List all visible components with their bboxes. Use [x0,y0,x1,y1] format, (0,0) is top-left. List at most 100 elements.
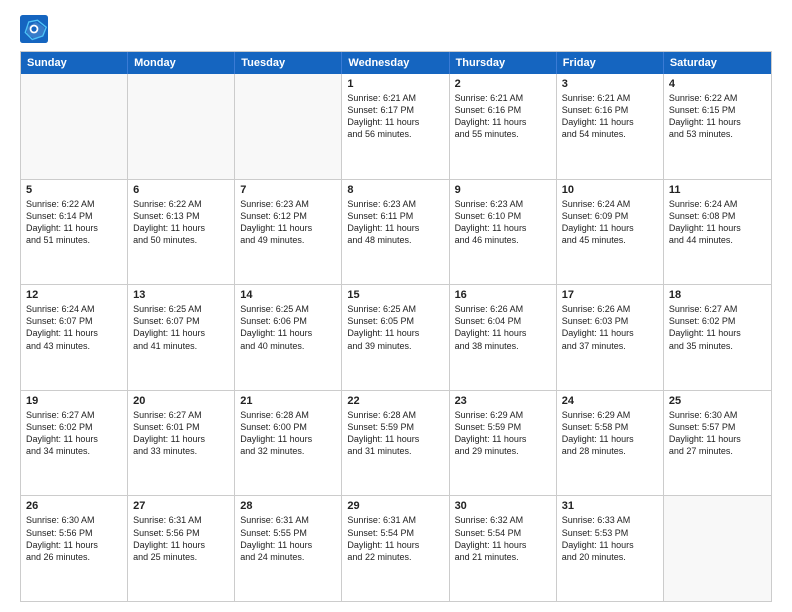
cell-date: 22 [347,395,443,407]
cell-info: Sunrise: 6:24 AM Sunset: 6:08 PM Dayligh… [669,198,766,247]
calendar-cell-empty [235,74,342,179]
calendar-cell-29: 29 Sunrise: 6:31 AM Sunset: 5:54 PM Dayli… [342,496,449,601]
cell-date: 11 [669,184,766,196]
cell-info: Sunrise: 6:25 AM Sunset: 6:06 PM Dayligh… [240,303,336,352]
calendar-cell-1: 1 Sunrise: 6:21 AM Sunset: 6:17 PM Daylig… [342,74,449,179]
calendar-cell-19: 19 Sunrise: 6:27 AM Sunset: 6:02 PM Dayli… [21,391,128,496]
cell-date: 6 [133,184,229,196]
page: SundayMondayTuesdayWednesdayThursdayFrid… [0,0,792,612]
calendar-cell-24: 24Sunrise: 6:29 AM Sunset: 5:58 PM Dayli… [557,391,664,496]
cell-info: Sunrise: 6:25 AM Sunset: 6:05 PM Dayligh… [347,303,443,352]
cell-info: Sunrise: 6:33 AM Sunset: 5:53 PM Dayligh… [562,514,658,563]
calendar-cell-4: 4 Sunrise: 6:22 AM Sunset: 6:15 PM Daylig… [664,74,771,179]
cell-info: Sunrise: 6:29 AM Sunset: 5:58 PM Dayligh… [562,409,658,458]
cell-info: Sunrise: 6:23 AM Sunset: 6:10 PM Dayligh… [455,198,551,247]
calendar-cell-10: 10 Sunrise: 6:24 AM Sunset: 6:09 PM Dayli… [557,180,664,285]
calendar-row-2: 12 Sunrise: 6:24 AM Sunset: 6:07 PM Dayli… [21,284,771,390]
cell-info: Sunrise: 6:23 AM Sunset: 6:12 PM Dayligh… [240,198,336,247]
calendar-cell-13: 13Sunrise: 6:25 AM Sunset: 6:07 PM Dayli… [128,285,235,390]
cell-date: 4 [669,78,766,90]
logo [20,15,52,43]
calendar-row-3: 19 Sunrise: 6:27 AM Sunset: 6:02 PM Dayli… [21,390,771,496]
cell-info: Sunrise: 6:24 AM Sunset: 6:07 PM Dayligh… [26,303,122,352]
cell-info: Sunrise: 6:24 AM Sunset: 6:09 PM Dayligh… [562,198,658,247]
cell-date: 12 [26,289,122,301]
calendar-cell-empty [128,74,235,179]
cell-date: 23 [455,395,551,407]
calendar-row-0: 1 Sunrise: 6:21 AM Sunset: 6:17 PM Daylig… [21,74,771,179]
calendar-body: 1 Sunrise: 6:21 AM Sunset: 6:17 PM Daylig… [21,74,771,601]
cell-info: Sunrise: 6:21 AM Sunset: 6:17 PM Dayligh… [347,92,443,141]
cell-date: 5 [26,184,122,196]
calendar-cell-11: 11 Sunrise: 6:24 AM Sunset: 6:08 PM Dayli… [664,180,771,285]
cell-date: 31 [562,500,658,512]
cell-info: Sunrise: 6:22 AM Sunset: 6:15 PM Dayligh… [669,92,766,141]
cell-info: Sunrise: 6:23 AM Sunset: 6:11 PM Dayligh… [347,198,443,247]
calendar-cell-30: 30 Sunrise: 6:32 AM Sunset: 5:54 PM Dayli… [450,496,557,601]
cell-date: 29 [347,500,443,512]
day-header-thursday: Thursday [450,52,557,74]
cell-info: Sunrise: 6:32 AM Sunset: 5:54 PM Dayligh… [455,514,551,563]
cell-info: Sunrise: 6:28 AM Sunset: 6:00 PM Dayligh… [240,409,336,458]
cell-date: 9 [455,184,551,196]
cell-date: 10 [562,184,658,196]
calendar-cell-26: 26Sunrise: 6:30 AM Sunset: 5:56 PM Dayli… [21,496,128,601]
calendar-cell-31: 31 Sunrise: 6:33 AM Sunset: 5:53 PM Dayli… [557,496,664,601]
calendar-cell-23: 23 Sunrise: 6:29 AM Sunset: 5:59 PM Dayli… [450,391,557,496]
calendar-cell-6: 6 Sunrise: 6:22 AM Sunset: 6:13 PM Daylig… [128,180,235,285]
cell-info: Sunrise: 6:22 AM Sunset: 6:13 PM Dayligh… [133,198,229,247]
cell-info: Sunrise: 6:31 AM Sunset: 5:55 PM Dayligh… [240,514,336,563]
calendar-cell-7: 7 Sunrise: 6:23 AM Sunset: 6:12 PM Daylig… [235,180,342,285]
cell-date: 8 [347,184,443,196]
day-header-wednesday: Wednesday [342,52,449,74]
cell-info: Sunrise: 6:30 AM Sunset: 5:56 PM Dayligh… [26,514,122,563]
logo-icon [20,15,48,43]
cell-info: Sunrise: 6:27 AM Sunset: 6:02 PM Dayligh… [26,409,122,458]
cell-date: 7 [240,184,336,196]
calendar-cell-14: 14 Sunrise: 6:25 AM Sunset: 6:06 PM Dayli… [235,285,342,390]
cell-date: 2 [455,78,551,90]
calendar-cell-27: 27 Sunrise: 6:31 AM Sunset: 5:56 PM Dayli… [128,496,235,601]
calendar-cell-28: 28Sunrise: 6:31 AM Sunset: 5:55 PM Dayli… [235,496,342,601]
cell-date: 27 [133,500,229,512]
calendar-cell-8: 8 Sunrise: 6:23 AM Sunset: 6:11 PM Daylig… [342,180,449,285]
cell-date: 3 [562,78,658,90]
cell-date: 17 [562,289,658,301]
calendar-cell-18: 18 Sunrise: 6:27 AM Sunset: 6:02 PM Dayli… [664,285,771,390]
cell-date: 21 [240,395,336,407]
cell-info: Sunrise: 6:31 AM Sunset: 5:54 PM Dayligh… [347,514,443,563]
cell-date: 15 [347,289,443,301]
calendar-row-4: 26Sunrise: 6:30 AM Sunset: 5:56 PM Dayli… [21,495,771,601]
day-header-monday: Monday [128,52,235,74]
cell-date: 1 [347,78,443,90]
cell-date: 14 [240,289,336,301]
cell-info: Sunrise: 6:22 AM Sunset: 6:14 PM Dayligh… [26,198,122,247]
calendar-cell-20: 20 Sunrise: 6:27 AM Sunset: 6:01 PM Dayli… [128,391,235,496]
cell-date: 18 [669,289,766,301]
day-header-sunday: Sunday [21,52,128,74]
cell-info: Sunrise: 6:21 AM Sunset: 6:16 PM Dayligh… [562,92,658,141]
calendar-cell-empty [21,74,128,179]
calendar-cell-22: 22Sunrise: 6:28 AM Sunset: 5:59 PM Dayli… [342,391,449,496]
cell-date: 13 [133,289,229,301]
header [20,15,772,43]
calendar-cell-16: 16 Sunrise: 6:26 AM Sunset: 6:04 PM Dayli… [450,285,557,390]
calendar-cell-25: 25Sunrise: 6:30 AM Sunset: 5:57 PM Dayli… [664,391,771,496]
day-header-tuesday: Tuesday [235,52,342,74]
cell-info: Sunrise: 6:21 AM Sunset: 6:16 PM Dayligh… [455,92,551,141]
cell-info: Sunrise: 6:26 AM Sunset: 6:03 PM Dayligh… [562,303,658,352]
cell-info: Sunrise: 6:31 AM Sunset: 5:56 PM Dayligh… [133,514,229,563]
day-headers: SundayMondayTuesdayWednesdayThursdayFrid… [21,52,771,74]
calendar-cell-empty [664,496,771,601]
cell-date: 20 [133,395,229,407]
cell-date: 16 [455,289,551,301]
cell-info: Sunrise: 6:29 AM Sunset: 5:59 PM Dayligh… [455,409,551,458]
cell-info: Sunrise: 6:27 AM Sunset: 6:02 PM Dayligh… [669,303,766,352]
cell-date: 30 [455,500,551,512]
cell-info: Sunrise: 6:26 AM Sunset: 6:04 PM Dayligh… [455,303,551,352]
calendar-cell-5: 5 Sunrise: 6:22 AM Sunset: 6:14 PM Daylig… [21,180,128,285]
calendar-cell-9: 9 Sunrise: 6:23 AM Sunset: 6:10 PM Daylig… [450,180,557,285]
cell-date: 19 [26,395,122,407]
calendar: SundayMondayTuesdayWednesdayThursdayFrid… [20,51,772,602]
cell-info: Sunrise: 6:27 AM Sunset: 6:01 PM Dayligh… [133,409,229,458]
